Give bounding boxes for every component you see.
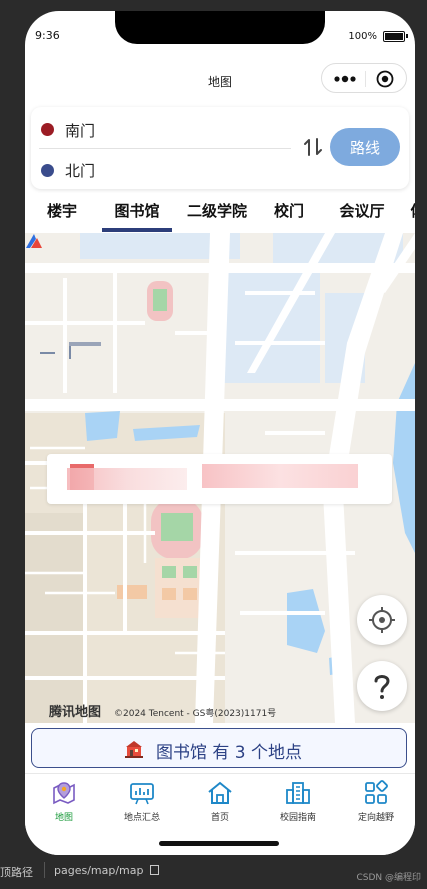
bottom-tab-label: 首页 [210, 813, 229, 823]
crosshair-icon [369, 607, 395, 633]
redacted-text-block [67, 468, 187, 490]
bottom-tab-map[interactable]: 地图 [25, 778, 103, 828]
capsule-divider [365, 71, 366, 87]
close-miniprogram-icon[interactable] [376, 70, 394, 88]
category-tabs: 楼宇 图书馆 二级学院 校门 会议厅 体 [25, 193, 415, 233]
tab-meeting-halls[interactable]: 会议厅 [331, 193, 393, 233]
phone-frame: 9:36 100% 地图 南门 北门 路线 楼宇 图书馆 二级学院 校门 会议厅… [25, 11, 415, 855]
route-divider [39, 148, 291, 149]
status-time: 9:36 [35, 29, 60, 42]
battery-icon [383, 31, 408, 42]
tencent-map-logo: 腾讯地图 [49, 705, 102, 720]
tab-colleges[interactable]: 二级学院 [177, 193, 257, 233]
bottom-tab-label: 地图 [54, 813, 73, 823]
copy-icon[interactable] [150, 865, 159, 875]
home-indicator [159, 841, 279, 846]
devtool-bar: 顶路径 pages/map/map CSDN @编程印 [0, 858, 427, 889]
device-notch [115, 11, 325, 44]
bottom-tab-home[interactable]: 首页 [181, 778, 259, 828]
location-count-text: 图书馆 有 3 个地点 [156, 743, 303, 763]
grid-icon [365, 780, 388, 804]
devtool-divider [44, 862, 45, 878]
bottom-tab-label: 校园指南 [279, 813, 316, 823]
end-point-icon [41, 164, 54, 177]
library-building-icon [125, 741, 143, 758]
campus-map[interactable]: 腾讯地图 ©2024 Tencent - GS粤(2023)1171号 [25, 233, 415, 723]
swap-icon[interactable] [302, 136, 324, 158]
bottom-tab-orienteering[interactable]: 定向越野 [337, 778, 415, 828]
end-location-field[interactable]: 北门 [65, 160, 95, 181]
locate-button[interactable] [357, 595, 407, 645]
location-count-bar[interactable]: 图书馆 有 3 个地点 [31, 728, 407, 768]
building-icon [286, 782, 310, 804]
tencent-map-logo-icon [26, 234, 42, 248]
home-icon [208, 781, 232, 804]
route-button[interactable]: 路线 [330, 128, 400, 166]
battery-percentage: 100% [348, 31, 377, 42]
tab-gates[interactable]: 校门 [263, 193, 315, 233]
redacted-text-block [202, 464, 358, 488]
bottom-tab-label: 定向越野 [357, 813, 394, 823]
chart-board-icon [130, 783, 154, 805]
location-info-banner[interactable] [47, 454, 392, 504]
more-options-icon[interactable] [334, 75, 356, 83]
bottom-tab-guide[interactable]: 校园指南 [259, 778, 337, 828]
map-copyright: ©2024 Tencent - GS粤(2023)1171号 [114, 709, 277, 719]
map-pin-icon [53, 782, 75, 805]
start-point-icon [41, 123, 54, 136]
watermark-credit: CSDN @编程印 [356, 873, 421, 883]
start-location-field[interactable]: 南门 [65, 120, 95, 141]
question-mark-icon [374, 675, 390, 699]
miniprogram-capsule [321, 63, 407, 93]
devtool-page-path-label[interactable]: 顶路径 [0, 864, 33, 880]
tab-buildings[interactable]: 楼宇 [35, 193, 89, 233]
bottom-tab-locations[interactable]: 地点汇总 [103, 778, 181, 828]
tab-sports[interactable]: 体 [403, 193, 415, 233]
bottom-tab-label: 地点汇总 [123, 813, 160, 823]
help-button[interactable] [357, 661, 407, 711]
route-planner: 南门 北门 路线 [31, 107, 409, 189]
devtool-page-path: pages/map/map [54, 864, 144, 877]
tab-library[interactable]: 图书馆 [102, 193, 172, 233]
